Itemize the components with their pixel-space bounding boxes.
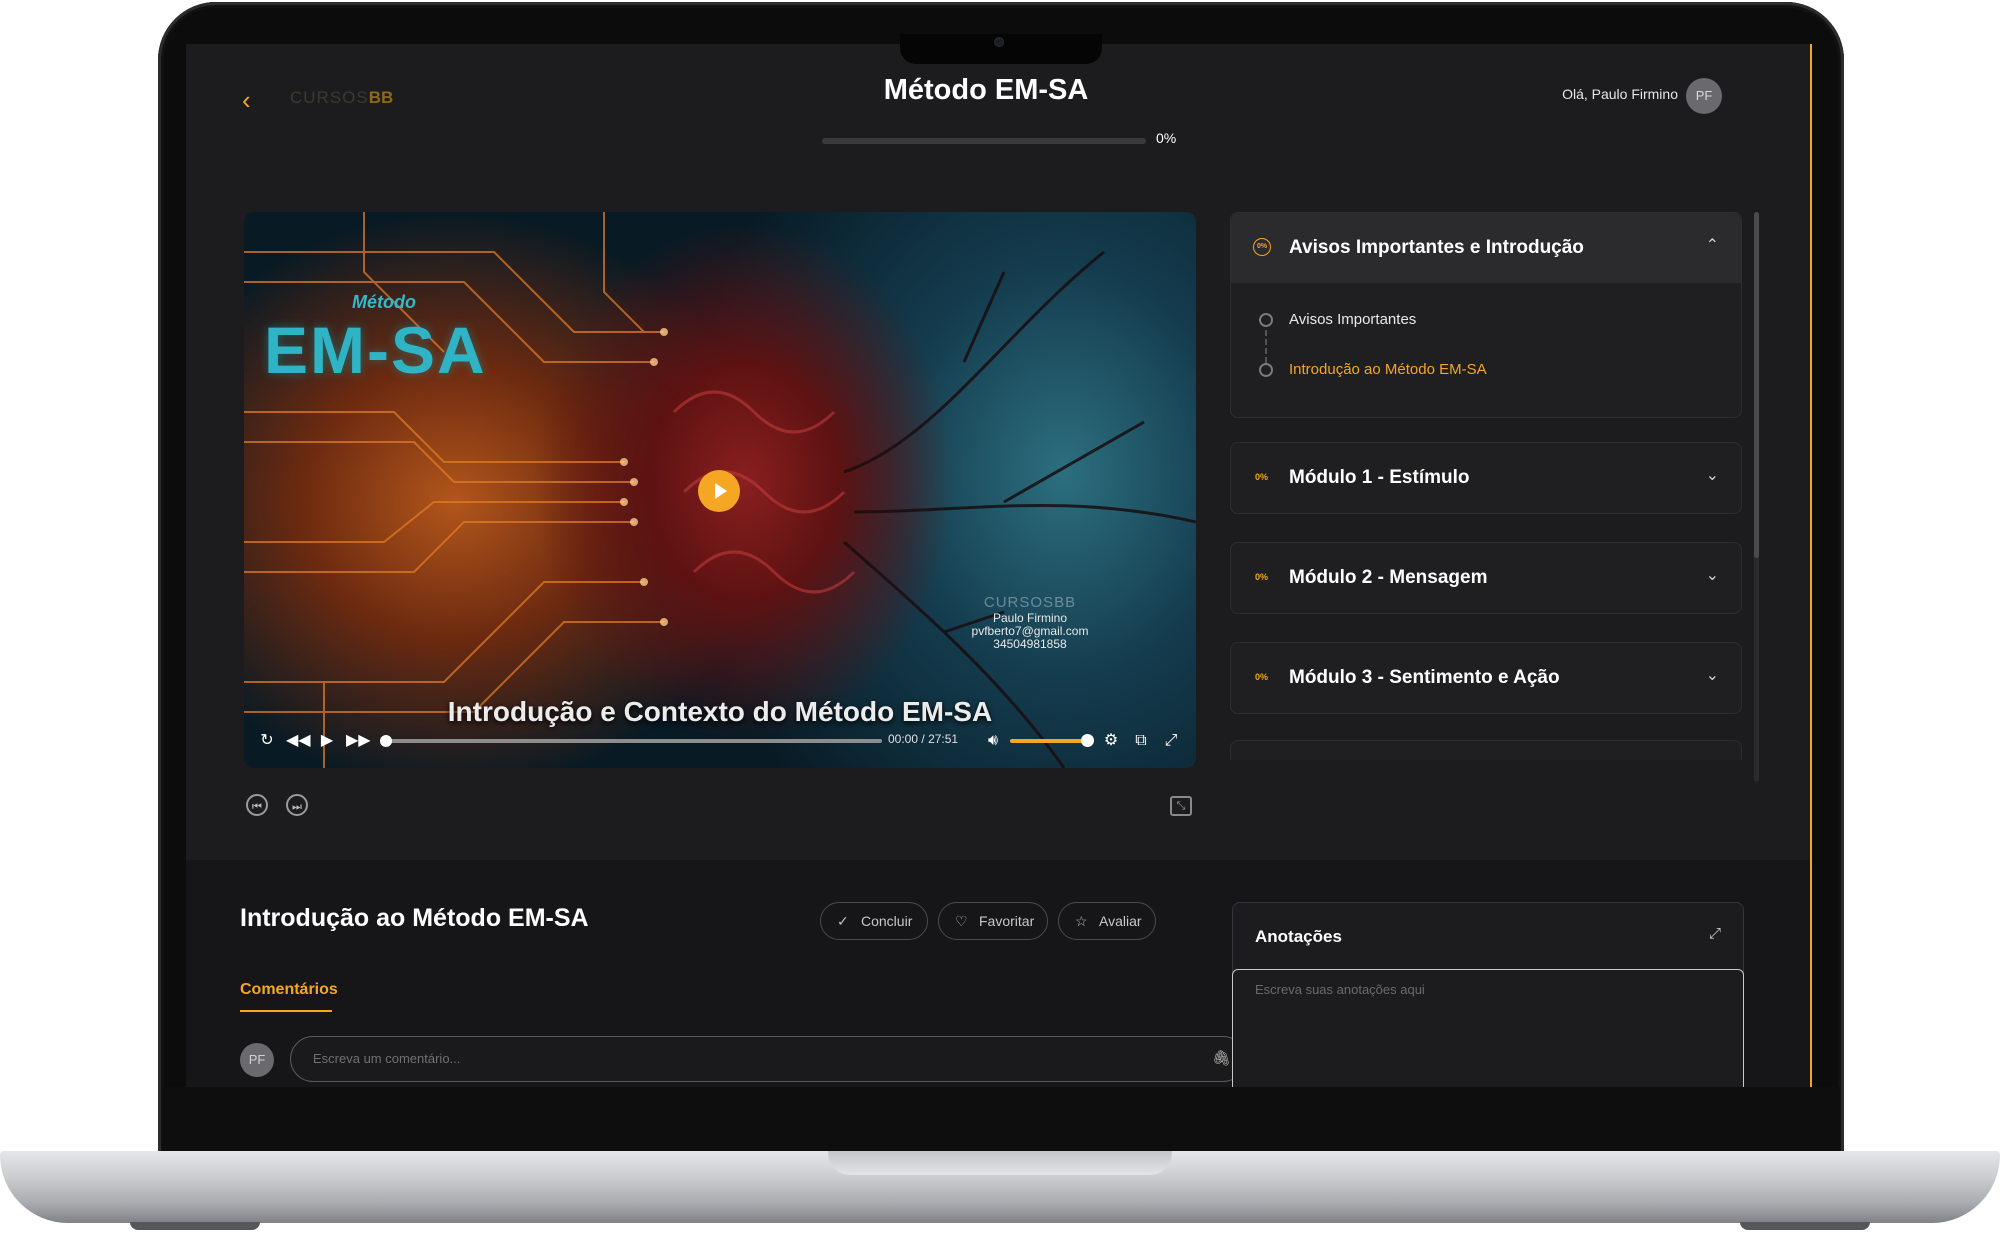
current-time: 00:00 — [888, 732, 919, 746]
lesson-item-active[interactable]: Introdução ao Método EM-SA — [1289, 361, 1487, 378]
star-icon: ☆ — [1075, 913, 1088, 929]
module-progress-badge: 0% — [1255, 472, 1269, 482]
rate-button[interactable]: ☆ Avaliar — [1058, 902, 1156, 940]
comment-avatar: PF — [240, 1043, 274, 1077]
module-progress-badge: 0% — [1255, 572, 1269, 582]
module-card: 0% Avisos Importantes e Introdução ⌃ Avi… — [1230, 212, 1742, 418]
volume-slider[interactable] — [1010, 739, 1088, 743]
module-card-partial — [1230, 740, 1742, 760]
module-title: Módulo 2 - Mensagem — [1289, 567, 1488, 588]
rate-label: Avaliar — [1099, 913, 1142, 929]
lesson-status-icon — [1259, 313, 1273, 327]
logo-text: CURSOS — [290, 88, 369, 107]
theater-mode-icon[interactable]: ⤡ — [1170, 796, 1192, 816]
laptop-foot — [130, 1222, 260, 1230]
watermark-logo: CURSOSBB — [970, 594, 1090, 611]
module-progress-badge: 0% — [1255, 672, 1269, 682]
attach-clip-icon[interactable]: 🖇︎ — [1212, 1049, 1231, 1067]
module-header[interactable]: 0% Módulo 1 - Estímulo ⌄ — [1231, 443, 1741, 513]
module-card[interactable]: 0% Módulo 1 - Estímulo ⌄ — [1230, 442, 1742, 514]
fullscreen-icon[interactable]: ⤢ — [1160, 730, 1182, 752]
time-separator: / — [921, 732, 925, 746]
user-greeting: Olá, Paulo Firmino — [1562, 86, 1678, 102]
notes-title: Anotações — [1255, 927, 1342, 946]
sidebar-scroll-thumb[interactable] — [1754, 212, 1759, 558]
course-title: Método EM-SA — [883, 74, 1089, 106]
chevron-up-icon: ⌃ — [1705, 237, 1719, 254]
rewind-icon[interactable]: ◀◀ — [286, 730, 311, 752]
chevron-down-icon: ⌄ — [1705, 567, 1719, 584]
module-title: Módulo 1 - Estímulo — [1289, 467, 1470, 488]
laptop-foot — [1740, 1222, 1870, 1230]
lesson-status-icon — [1259, 363, 1273, 377]
lesson-item[interactable]: Avisos Importantes — [1289, 311, 1416, 328]
module-header[interactable]: 0% Módulo 2 - Mensagem ⌄ — [1231, 543, 1741, 613]
module-card[interactable]: 0% Módulo 3 - Sentimento e Ação ⌄ — [1230, 642, 1742, 714]
previous-lesson-icon[interactable]: ⏮ — [246, 794, 268, 816]
chevron-down-icon: ⌄ — [1705, 667, 1719, 684]
notes-card: Anotações ⤢ Escreva suas anotações aqui — [1232, 902, 1744, 1087]
notes-placeholder: Escreva suas anotações aqui — [1255, 982, 1425, 997]
volume-icon[interactable]: 🔊︎ — [982, 730, 1004, 752]
watermark-logo-accent: BB — [1054, 594, 1077, 611]
fast-forward-icon[interactable]: ▶▶ — [346, 730, 371, 752]
module-header[interactable]: 0% Avisos Importantes e Introdução ⌃ — [1231, 213, 1741, 283]
play-icon[interactable]: ▶ — [316, 730, 338, 752]
chevron-down-icon: ⌄ — [1705, 467, 1719, 484]
watermark-id: 34504981858 — [993, 637, 1067, 651]
comment-input[interactable]: Escreva um comentário... 🖇︎ — [290, 1036, 1246, 1082]
watermark-logo-text: CURSOS — [983, 594, 1055, 611]
favorite-button[interactable]: ♡ Favoritar — [938, 902, 1048, 940]
expand-icon[interactable]: ⤢ — [1709, 925, 1721, 942]
video-player[interactable]: Método EM-SA CURSOSBB Paulo Firmino pvfb… — [244, 212, 1196, 768]
lesson-connector — [1265, 321, 1267, 363]
laptop-chin — [162, 1087, 1840, 1151]
duration: 27:51 — [928, 732, 959, 746]
play-overlay-icon[interactable] — [698, 470, 740, 512]
module-card[interactable]: 0% Módulo 2 - Mensagem ⌄ — [1230, 542, 1742, 614]
volume-handle[interactable] — [1081, 734, 1094, 747]
tab-active-indicator — [240, 1010, 332, 1012]
tab-comments[interactable]: Comentários — [240, 981, 338, 999]
back-arrow-icon[interactable]: ‹ — [242, 86, 264, 114]
settings-gear-icon[interactable]: ⚙ — [1100, 730, 1122, 752]
favorite-label: Favoritar — [979, 913, 1035, 929]
user-avatar[interactable]: PF — [1686, 78, 1722, 114]
seek-handle[interactable] — [380, 735, 392, 747]
next-lesson-icon[interactable]: ⏭ — [286, 794, 308, 816]
complete-button[interactable]: ✓ Concluir — [820, 902, 928, 940]
time-display: 00:00 / 27:51 — [888, 732, 958, 746]
seek-bar[interactable] — [384, 739, 882, 743]
logo-accent: BB — [368, 88, 394, 107]
module-title: Módulo 3 - Sentimento e Ação — [1289, 667, 1560, 688]
video-brand-title: EM-SA — [264, 313, 487, 387]
module-progress-badge: 0% — [1253, 238, 1271, 256]
video-brand-small: Método — [352, 292, 416, 312]
course-progress-label: 0% — [1156, 130, 1177, 146]
comment-placeholder: Escreva um comentário... — [313, 1051, 461, 1066]
check-icon: ✓ — [837, 913, 849, 929]
lesson-title: Introdução ao Método EM-SA — [240, 904, 589, 932]
logo[interactable]: CURSOSBB — [290, 88, 393, 108]
popout-icon[interactable]: ⧉ — [1130, 730, 1152, 752]
accent-edge — [1810, 44, 1812, 1087]
heart-icon: ♡ — [955, 913, 968, 929]
module-header[interactable]: 0% Módulo 3 - Sentimento e Ação ⌄ — [1231, 643, 1741, 713]
camera-icon — [994, 37, 1004, 47]
complete-label: Concluir — [861, 913, 913, 929]
app-screen: ‹ CURSOSBB Método EM-SA 0% Olá, Paulo Fi… — [186, 44, 1812, 1087]
course-progress-bar — [822, 138, 1146, 144]
module-title: Avisos Importantes e Introdução — [1289, 237, 1584, 258]
laptop-base-notch — [828, 1151, 1172, 1175]
replay-icon[interactable]: ↻ — [256, 730, 278, 752]
video-caption: Introdução e Contexto do Método EM-SA — [447, 696, 993, 727]
notes-textarea[interactable]: Escreva suas anotações aqui — [1232, 969, 1744, 1087]
